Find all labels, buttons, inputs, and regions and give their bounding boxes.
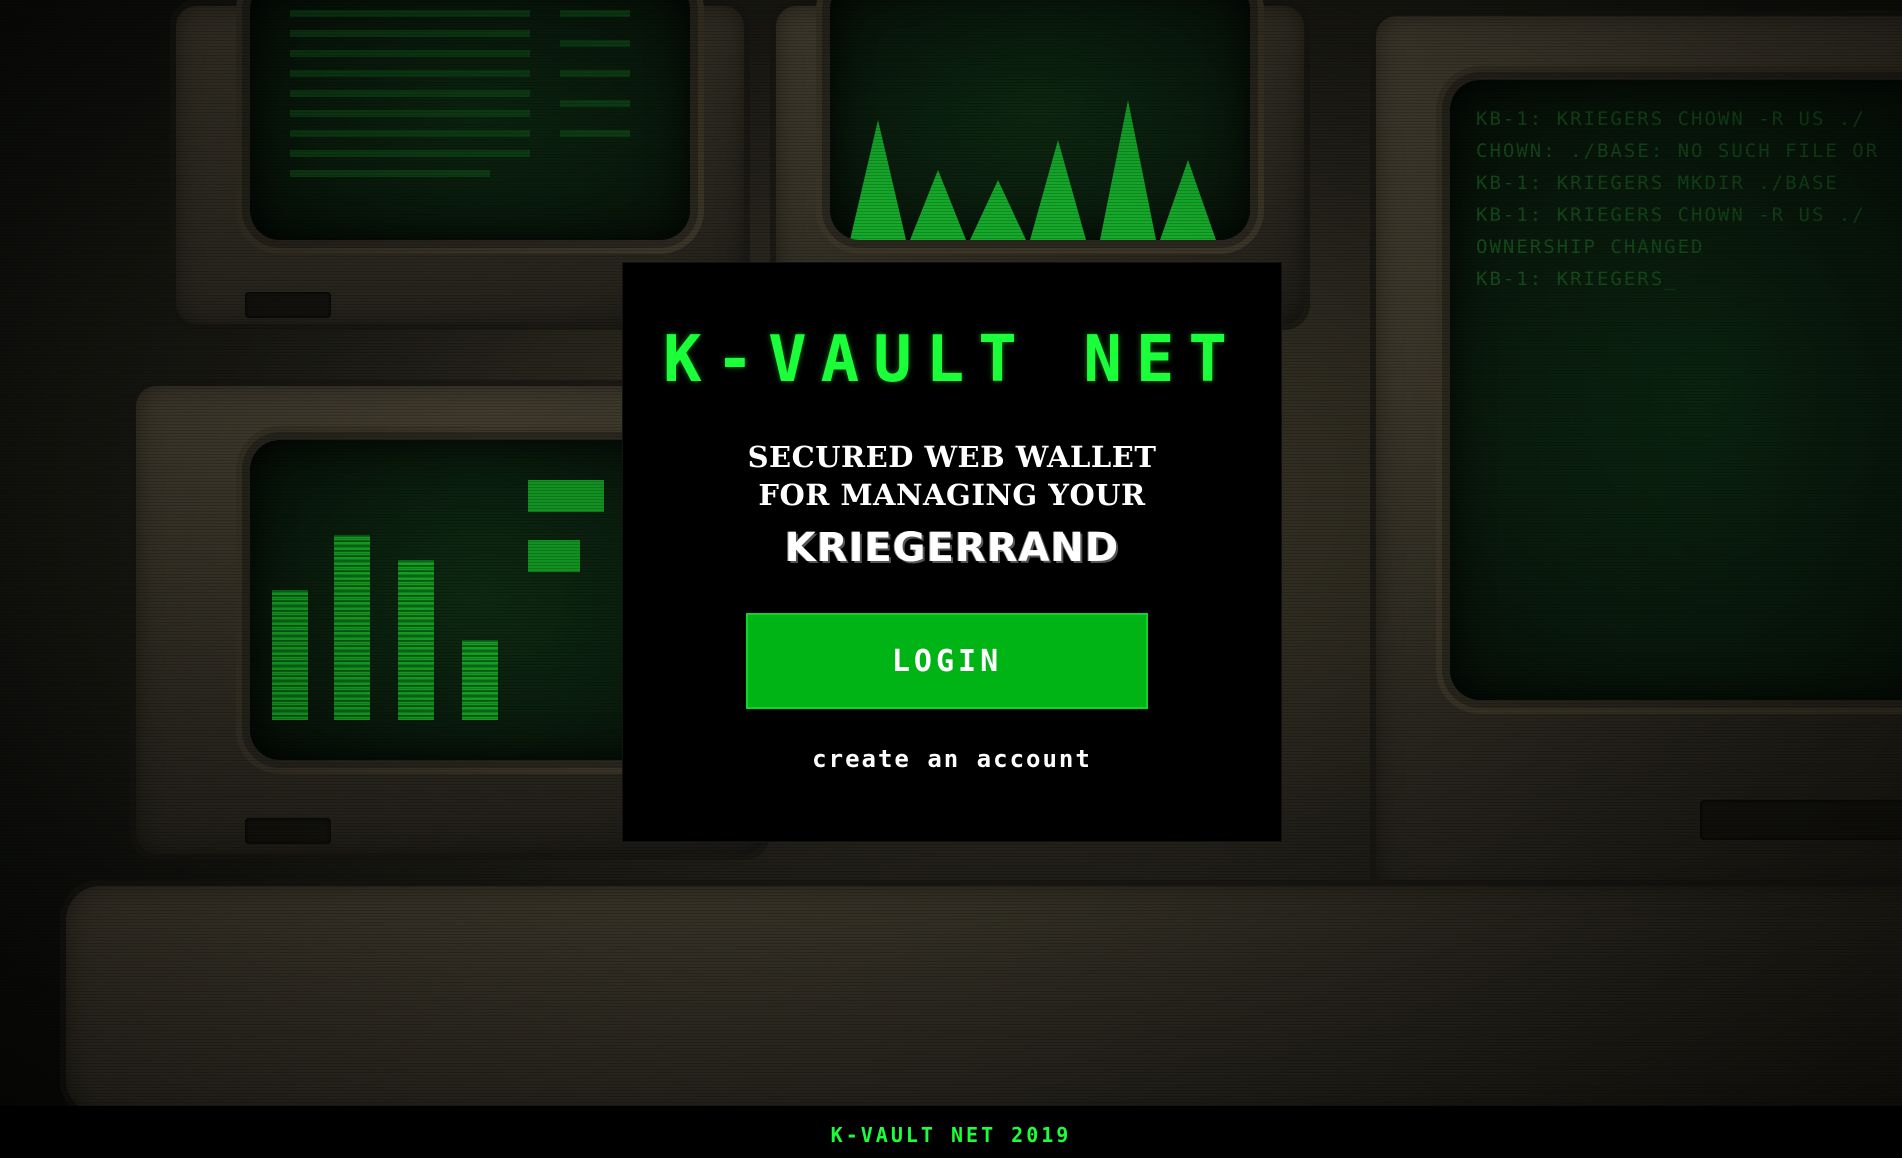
footer-copyright: K-VAULT NET 2019 [830, 1123, 1072, 1147]
terminal-line: OWNERSHIP CHANGED [1476, 236, 1705, 258]
tagline-line-1: Secured web wallet [747, 440, 1157, 474]
footer: K-VAULT NET 2019 [0, 1106, 1902, 1158]
console-slot [245, 292, 331, 318]
create-account-link[interactable]: create an account [623, 745, 1281, 773]
monitor-top-middle [830, 0, 1250, 240]
tagline: Secured web wallet for managing your [623, 438, 1281, 514]
console-slot [245, 818, 331, 844]
monitor-right-terminal: KB-1: KRIEGERS CHOWN -R US ./ CHOWN: ./B… [1450, 80, 1902, 700]
terminal-line: KB-1: KRIEGERS_ [1476, 268, 1678, 290]
terminal-line: CHOWN: ./BASE: NO SUCH FILE OR [1476, 140, 1880, 162]
login-panel: K-VAULT NET Secured web wallet for manag… [623, 263, 1281, 841]
currency-name: KRIEGERRAND [784, 525, 1120, 571]
brand-title: K-VAULT NET [663, 323, 1241, 397]
login-button[interactable]: LOGIN [746, 613, 1148, 709]
console-desk [60, 880, 1902, 1106]
terminal-line: KB-1: KRIEGERS MKDIR ./BASE [1476, 172, 1839, 194]
tagline-line-2: for managing your [758, 478, 1146, 512]
terminal-line: KB-1: KRIEGERS CHOWN -R US ./ [1476, 204, 1866, 226]
monitor-top-left [250, 0, 690, 240]
console-slot [1700, 800, 1902, 840]
terminal-line: KB-1: KRIEGERS CHOWN -R US ./ [1476, 108, 1866, 130]
